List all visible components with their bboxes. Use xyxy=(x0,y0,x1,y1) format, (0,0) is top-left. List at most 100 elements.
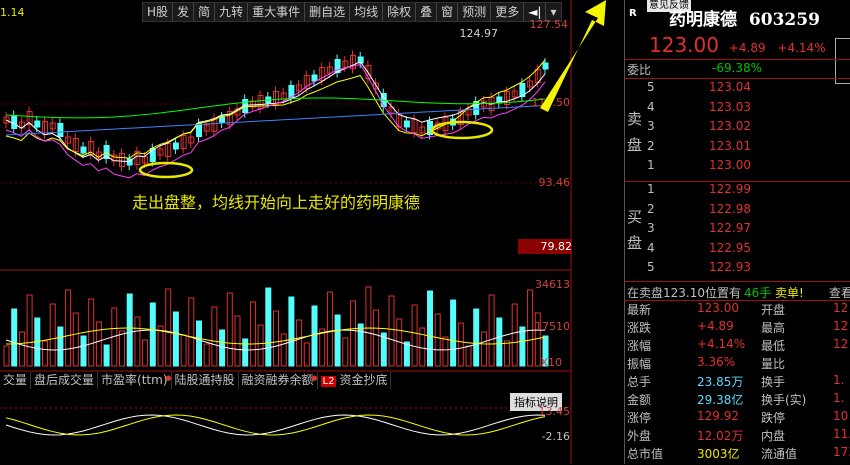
volume-bar xyxy=(373,309,380,367)
price-axis-bottom: 79.82 xyxy=(518,239,572,254)
stat-value: +4.14% xyxy=(697,337,746,351)
volume-bar xyxy=(88,298,95,367)
stat-label-2: 最高 xyxy=(761,321,786,335)
toolbar-item[interactable]: 预测 xyxy=(458,3,492,21)
indicator-axis-top: 13.45 xyxy=(538,405,571,418)
l2-badge: L2 xyxy=(320,376,337,387)
stat-label-2: 最低 xyxy=(761,339,786,353)
order-level-row[interactable]: 2 123.01 xyxy=(625,139,850,159)
price-axis-low: 93.46 xyxy=(538,176,571,189)
order-level-row[interactable]: 5 122.93 xyxy=(625,260,850,280)
volume-bar xyxy=(49,303,56,367)
indicator-tab-label: 市盈率(ttm) xyxy=(101,373,168,387)
position-text: 在卖盘123.10位置有 xyxy=(627,286,741,300)
stat-value-2: 12 xyxy=(833,301,849,315)
indicator-tab[interactable]: 交量 xyxy=(0,372,32,389)
stat-label: 总手 xyxy=(627,375,652,389)
stat-value: 3003亿 xyxy=(697,447,740,461)
volume-bar xyxy=(234,315,241,367)
toolbar-item[interactable]: 九转 xyxy=(215,3,249,21)
stat-value-2: 1. xyxy=(833,373,845,387)
stat-value-2: 11.8 xyxy=(833,427,850,441)
order-price: 123.00 xyxy=(709,158,751,172)
toolbar-item[interactable]: 叠 xyxy=(416,3,438,21)
stat-label-2: 内盘 xyxy=(761,429,786,443)
volume-bar xyxy=(488,294,495,367)
order-level-row[interactable]: 4 122.95 xyxy=(625,241,850,261)
stat-label-2: 量比 xyxy=(761,357,786,371)
volume-bar xyxy=(103,344,110,367)
indicator-tab[interactable]: 陆股通持股 xyxy=(172,372,239,389)
volume-bar xyxy=(288,296,295,367)
volume-bar xyxy=(442,336,449,367)
stat-value-2: 12 xyxy=(833,337,849,351)
volume-bar xyxy=(149,302,156,367)
order-level-row[interactable]: 2 122.98 xyxy=(625,202,850,222)
toolbar-item[interactable]: 删自选 xyxy=(305,3,351,21)
volume-bar xyxy=(157,325,164,367)
price-high-marker: 124.97 xyxy=(459,27,499,40)
toolbar-item[interactable]: 更多 xyxy=(491,3,525,21)
stock-name: 药明康德 xyxy=(669,10,737,30)
stat-value-2: 10 xyxy=(833,409,849,423)
kline-chart-svg[interactable] xyxy=(0,0,572,464)
volume-bar xyxy=(273,310,279,367)
stat-label: 总市值 xyxy=(627,447,664,461)
indicator-tab[interactable]: 融资融券余额 ● xyxy=(239,372,318,389)
order-level-row[interactable]: 4 123.03 xyxy=(625,100,850,120)
toolbar-item[interactable]: 发 xyxy=(173,3,195,21)
toolbar-item[interactable]: H股 xyxy=(143,3,174,21)
weibi-value: -69.38% xyxy=(712,61,763,75)
ma-label: 1.14 xyxy=(0,6,25,19)
candle-body xyxy=(80,146,87,154)
stat-row: 外盘 12.02万 内盘 11.8 xyxy=(625,427,850,447)
indicator-tab[interactable]: 盘后成交量 xyxy=(31,372,99,389)
volume-bar xyxy=(480,331,487,367)
order-level: 3 xyxy=(647,221,655,235)
stat-label-2: 流通值 xyxy=(761,447,798,461)
stat-value: 129.92 xyxy=(697,409,739,423)
indicator-tab[interactable]: L2 资金抄底 xyxy=(318,372,392,389)
volume-bar xyxy=(42,340,48,367)
candle-body xyxy=(219,116,226,124)
indicator-tab[interactable]: 市盈率(ttm) ● xyxy=(98,372,172,389)
volume-bar xyxy=(196,320,202,367)
order-level-row[interactable]: 1 123.00 xyxy=(625,158,850,178)
order-level-row[interactable]: 5 123.04 xyxy=(625,80,850,100)
view-link[interactable]: 查看 xyxy=(829,284,850,301)
volume-bar xyxy=(334,314,341,367)
indicator-tabs: 交量 盘后成交量 市盈率(ttm) ● 陆股通持股 融资融券余额 ● L2 资金抄底 xyxy=(0,372,392,389)
indicator-tab-label: 融资融券余额 xyxy=(241,373,314,387)
volume-bar xyxy=(265,287,272,367)
stat-value: 29.38亿 xyxy=(697,393,744,407)
toolbar-item[interactable]: 除权 xyxy=(383,3,417,21)
volume-bar xyxy=(203,343,210,367)
volume-bar xyxy=(26,294,33,367)
toolbar-item[interactable]: 重大事件 xyxy=(248,3,306,21)
order-price: 122.93 xyxy=(709,260,751,274)
stat-row: 涨停 129.92 跌停 10 xyxy=(625,409,850,429)
stat-value: 23.85万 xyxy=(697,375,744,389)
stat-label: 涨幅 xyxy=(627,339,652,353)
toolbar-item[interactable]: 简 xyxy=(194,3,216,21)
volume-bar xyxy=(226,292,233,367)
stat-label: 金额 xyxy=(627,393,652,407)
indicator-tab-label: 资金抄底 xyxy=(339,373,388,387)
volume-bar xyxy=(434,313,441,367)
order-price: 123.04 xyxy=(709,80,751,94)
indicator-tab-label: 盘后成交量 xyxy=(34,373,95,387)
volume-bar xyxy=(188,297,195,367)
kline-chart-area[interactable]: H股发简九转 重大事件 删自选 均线 除权叠窗预测 更多 ◄| ▾ 124.97 127.54… xyxy=(0,0,572,464)
stat-value: 12.02万 xyxy=(697,429,744,443)
order-price: 122.99 xyxy=(709,182,751,196)
order-price: 123.01 xyxy=(709,138,751,153)
toolbar-item[interactable]: 窗 xyxy=(437,3,459,21)
order-level-row[interactable]: 3 122.97 xyxy=(625,221,850,241)
stat-label-2: 开盘 xyxy=(761,303,786,317)
order-level-row[interactable]: 1 122.99 xyxy=(625,182,850,202)
order-level-row[interactable]: 3 123.02 xyxy=(625,119,850,139)
indicator-axis-low: -2.16 xyxy=(541,430,570,443)
order-price: 122.97 xyxy=(709,221,751,235)
toolbar-item[interactable]: 均线 xyxy=(350,3,384,21)
stat-label: 涨停 xyxy=(627,411,652,425)
